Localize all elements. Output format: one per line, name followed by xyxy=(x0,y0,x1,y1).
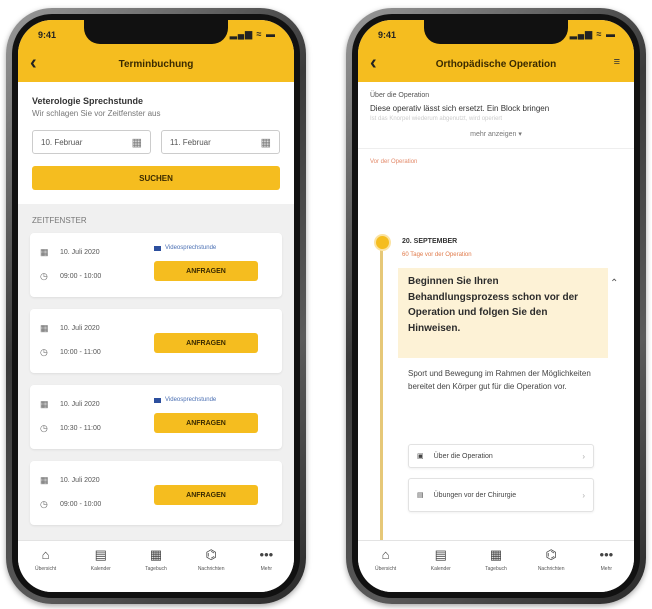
clock-icon: ◷ xyxy=(40,271,48,281)
step-date: 20. SEPTEMBER xyxy=(402,238,458,245)
diary-icon: ▦ xyxy=(489,547,503,562)
screen-orthopedic-surgery: 9:41 ▂▄▆ ≈ ▬ ‹ Orthopädische Operation ≡… xyxy=(358,20,634,592)
date-range: 10. Februar ▦ 11. Februar ▦ xyxy=(32,130,280,154)
step-days-before: 60 Tage vor der Operation xyxy=(402,252,472,258)
video-consultation-badge: Videosprechstunde xyxy=(154,245,216,251)
back-arrow-icon[interactable]: ‹ xyxy=(30,52,37,75)
timeline-dot xyxy=(374,234,391,251)
show-more-link[interactable]: mehr anzeigen ▾ xyxy=(358,122,634,138)
tab-calendar[interactable]: ▤ Kalender xyxy=(76,547,126,592)
slot-date: 10. Juli 2020 xyxy=(60,325,100,332)
search-card-subtitle: Wir schlagen Sie vor Zeitfenster aus xyxy=(32,109,161,118)
request-button[interactable]: ANFRAGEN xyxy=(154,413,258,433)
date-from-field[interactable]: 10. Februar ▦ xyxy=(32,130,151,154)
calendar-icon: ▤ xyxy=(434,547,447,562)
calendar-icon: ▦ xyxy=(40,399,49,409)
calendar-icon: ▤ xyxy=(94,547,107,562)
about-text: Diese operativ lässt sich ersetzt. Ein B… xyxy=(370,104,550,113)
tab-calendar[interactable]: ▤ Kalender xyxy=(416,547,466,592)
tab-overview[interactable]: ⌂ Übersicht xyxy=(21,547,71,592)
home-icon: ⌂ xyxy=(381,547,390,562)
slot-time: 09:00 - 10:00 xyxy=(60,501,102,508)
date-to-value: 11. Februar xyxy=(170,137,211,147)
search-button[interactable]: SUCHEN xyxy=(32,166,280,190)
time-slot-card: ▦ 10. Juli 2020 ◷ 09:00 - 10:00 ANFRAGEN xyxy=(30,461,282,525)
calendar-icon: ▦ xyxy=(260,136,271,149)
status-time: 9:41 xyxy=(38,30,57,40)
request-button[interactable]: ANFRAGEN xyxy=(154,485,258,505)
phone-notch xyxy=(84,20,228,44)
exercise-icon: ▤ xyxy=(417,492,424,499)
signal-wifi-battery-icon: ▂▄▆ ≈ ▬ xyxy=(569,29,616,39)
section-label-before-surgery: Vor der Operation xyxy=(370,159,418,165)
clock-icon: ◷ xyxy=(40,347,48,357)
phone-frame-right: 9:41 ▂▄▆ ≈ ▬ ‹ Orthopädische Operation ≡… xyxy=(346,8,646,604)
tab-messages[interactable]: ⌬ Nachrichten xyxy=(526,547,576,592)
calendar-icon: ▦ xyxy=(40,247,49,257)
about-text-faded: Ist das Knorpel wiederum abgenutzt, wird… xyxy=(370,116,503,122)
tab-diary[interactable]: ▦ Tagebuch xyxy=(131,547,181,592)
signal-wifi-battery-icon: ▂▄▆ ≈ ▬ xyxy=(229,29,276,39)
clock-icon: ◷ xyxy=(40,499,48,509)
step-callout: Beginnen Sie Ihren Behandlungsprozess sc… xyxy=(398,268,608,358)
tab-more[interactable]: ••• Mehr xyxy=(581,547,631,592)
link-label: Über die Operation xyxy=(433,452,493,460)
tab-more[interactable]: ••• Mehr xyxy=(241,547,291,592)
chevron-right-icon: › xyxy=(582,451,585,461)
document-icon: ▣ xyxy=(417,453,424,460)
bottom-tab-bar: ⌂ Übersicht ▤ Kalender ▦ Tagebuch ⌬ Nachrich… xyxy=(18,540,294,592)
screen-appointment-booking: 9:41 ▂▄▆ ≈ ▬ ‹ Terminbuchung Veterologie… xyxy=(18,20,294,592)
time-slot-card: ▦ 10. Juli 2020 ◷ 10:30 - 11:00 Videosprec… xyxy=(30,385,282,449)
date-to-field[interactable]: 11. Februar ▦ xyxy=(161,130,280,154)
status-time: 9:41 xyxy=(378,30,397,40)
video-flag-icon xyxy=(154,397,161,403)
more-dots-icon: ••• xyxy=(259,547,274,562)
diary-icon: ▦ xyxy=(149,547,163,562)
date-from-value: 10. Februar xyxy=(41,137,83,147)
phone-notch xyxy=(424,20,568,44)
calendar-icon: ▦ xyxy=(40,475,49,485)
about-heading: Über die Operation xyxy=(370,92,430,99)
bottom-tab-bar: ⌂ Übersicht ▤ Kalender ▦ Tagebuch ⌬ Nachrich… xyxy=(358,540,634,592)
time-slot-card: ▦ 10. Juli 2020 ◷ 09:00 - 10:00 Videosprec… xyxy=(30,233,282,297)
slot-date: 10. Juli 2020 xyxy=(60,477,100,484)
app-bar: ‹ Orthopädische Operation ≡ xyxy=(358,46,634,82)
clock-icon: ◷ xyxy=(40,423,48,433)
slot-date: 10. Juli 2020 xyxy=(60,401,100,408)
app-bar: ‹ Terminbuchung xyxy=(18,46,294,82)
slot-time: 10:30 - 11:00 xyxy=(60,425,101,432)
slot-time: 09:00 - 10:00 xyxy=(60,273,102,280)
more-dots-icon: ••• xyxy=(599,547,614,562)
tab-diary[interactable]: ▦ Tagebuch xyxy=(471,547,521,592)
tab-messages[interactable]: ⌬ Nachrichten xyxy=(186,547,236,592)
step-body-text: Sport und Bewegung im Rahmen der Möglich… xyxy=(408,369,591,391)
calendar-icon: ▦ xyxy=(131,136,142,149)
time-slot-card: ▦ 10. Juli 2020 ◷ 10:00 - 11:00 ANFRAGEN xyxy=(30,309,282,373)
request-button[interactable]: ANFRAGEN xyxy=(154,333,258,353)
tab-overview[interactable]: ⌂ Übersicht xyxy=(361,547,411,592)
calendar-icon: ▦ xyxy=(40,323,49,333)
slot-time: 10:00 - 11:00 xyxy=(60,349,101,356)
page-title: Terminbuchung xyxy=(118,58,194,70)
back-arrow-icon[interactable]: ‹ xyxy=(370,52,377,75)
link-card-about-surgery[interactable]: ▣ Über die Operation › xyxy=(408,444,594,468)
link-card-exercises[interactable]: ▤ Übungen vor der Chirurgie › xyxy=(408,478,594,512)
timeline-line xyxy=(380,242,383,552)
video-consultation-badge: Videosprechstunde xyxy=(154,397,216,403)
chevron-up-icon[interactable]: ⌃ xyxy=(610,278,618,289)
phone-frame-left: 9:41 ▂▄▆ ≈ ▬ ‹ Terminbuchung Veterologie… xyxy=(6,8,306,604)
video-flag-icon xyxy=(154,245,161,251)
search-card-title: Veterologie Sprechstunde xyxy=(32,96,144,106)
chevron-right-icon: › xyxy=(582,490,585,500)
messages-icon: ⌬ xyxy=(205,547,217,562)
page-title: Orthopädische Operation xyxy=(435,58,557,70)
section-label-time-slots: ZEITFENSTER xyxy=(32,216,87,225)
slot-date: 10. Juli 2020 xyxy=(60,249,100,256)
home-icon: ⌂ xyxy=(41,547,50,562)
messages-icon: ⌬ xyxy=(545,547,557,562)
search-card: Veterologie Sprechstunde Wir schlagen Si… xyxy=(18,82,294,204)
request-button[interactable]: ANFRAGEN xyxy=(154,261,258,281)
link-label: Übungen vor der Chirurgie xyxy=(433,491,517,499)
filter-icon[interactable]: ≡ xyxy=(614,56,620,68)
